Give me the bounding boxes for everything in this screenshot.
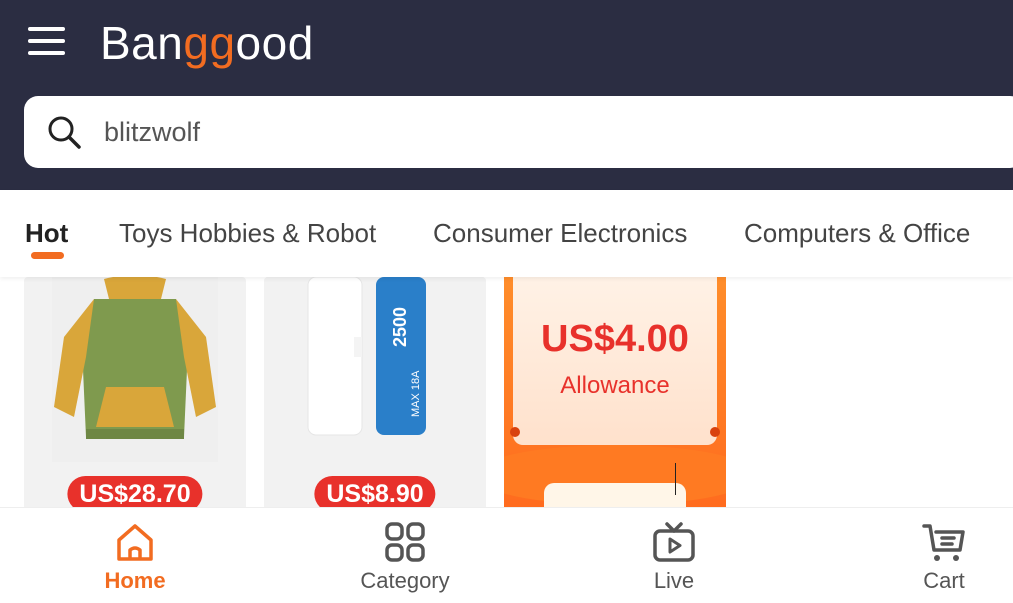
hamburger-menu-icon[interactable] (28, 24, 66, 58)
product-grid: US$28.70 2500 MAX 18A US$8.90 US$4.00 Al… (0, 277, 1013, 507)
product-card[interactable]: 2500 MAX 18A US$8.90 (264, 277, 486, 507)
price-badge: US$8.90 (314, 476, 436, 507)
tab-hot[interactable]: Hot (25, 216, 68, 250)
cart-icon (922, 524, 965, 561)
nav-cart-label: Cart (923, 568, 965, 593)
category-tabs: Hot Toys Hobbies & Robot Consumer Electr… (0, 190, 1013, 277)
nav-home-label: Home (104, 568, 166, 593)
svg-text:2500: 2500 (390, 307, 410, 347)
nav-category[interactable]: Category (330, 520, 480, 594)
search-bar[interactable]: blitzwolf (24, 96, 1013, 168)
bottom-navigation: Home Category Live Cart (0, 507, 1013, 603)
active-tab-indicator (31, 252, 64, 259)
text-cursor (675, 463, 676, 495)
app-header: Banggood blitzwolf (0, 0, 1013, 190)
svg-text:MAX 18A: MAX 18A (410, 370, 422, 417)
tab-consumer-electronics[interactable]: Consumer Electronics (433, 216, 687, 250)
search-icon[interactable] (46, 114, 82, 150)
coupon-ticket (513, 277, 717, 445)
tab-computers-office[interactable]: Computers & Office (744, 216, 970, 250)
nav-cart[interactable]: Cart (869, 520, 1013, 594)
nav-category-label: Category (360, 568, 450, 593)
allowance-coupon-card[interactable]: US$4.00 Allowance (504, 277, 726, 507)
grid-icon (385, 522, 425, 562)
price-badge: US$28.70 (67, 476, 203, 507)
product-card[interactable]: US$28.70 (24, 277, 246, 507)
home-icon (117, 524, 153, 561)
tv-icon (653, 522, 695, 562)
search-input[interactable]: blitzwolf (104, 114, 200, 150)
coupon-label: Allowance (560, 372, 670, 399)
coupon-amount: US$4.00 (541, 318, 689, 360)
nav-live[interactable]: Live (599, 520, 749, 594)
battery-image[interactable]: 2500 MAX 18A (264, 277, 486, 462)
nav-home[interactable]: Home (60, 520, 210, 594)
nav-live-label: Live (653, 568, 695, 593)
banggood-logo[interactable]: Banggood (100, 14, 314, 72)
tab-toys-hobbies-robot[interactable]: Toys Hobbies & Robot (119, 216, 376, 250)
hoodie-image[interactable] (24, 277, 246, 462)
claim-coupon-button[interactable] (544, 483, 686, 507)
coupon-notch-right (710, 427, 720, 437)
coupon-notch-left (510, 427, 520, 437)
